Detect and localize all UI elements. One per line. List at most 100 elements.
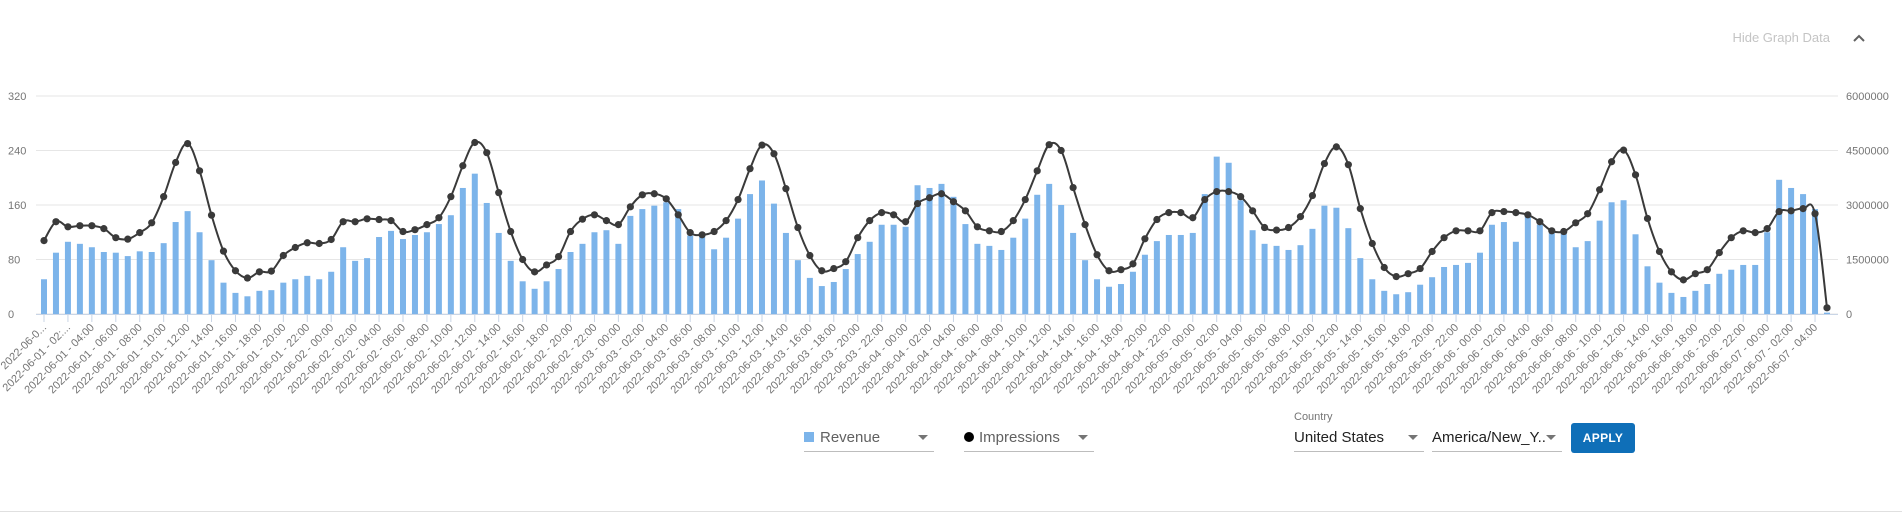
revenue-bar bbox=[1094, 279, 1101, 314]
revenue-bar bbox=[1201, 194, 1208, 314]
revenue-bar bbox=[1022, 218, 1029, 314]
impressions-point bbox=[243, 274, 252, 282]
revenue-bar bbox=[399, 239, 406, 314]
revenue-bar bbox=[232, 292, 239, 314]
revenue-bar bbox=[64, 241, 71, 314]
revenue-bar bbox=[435, 224, 442, 314]
revenue-bar bbox=[1261, 243, 1268, 314]
metric1-select[interactable]: Revenue bbox=[804, 423, 934, 452]
impressions-point bbox=[1141, 235, 1149, 243]
impressions-point bbox=[1237, 193, 1245, 201]
metric2-select[interactable]: Impressions bbox=[964, 423, 1094, 452]
revenue-bar bbox=[495, 232, 502, 314]
revenue-bar bbox=[328, 271, 335, 314]
revenue-bar bbox=[1285, 249, 1292, 314]
impressions-point bbox=[890, 211, 898, 219]
revenue-bar bbox=[352, 260, 359, 314]
revenue-bar bbox=[1141, 254, 1148, 314]
revenue-bar bbox=[830, 281, 837, 314]
impressions-point bbox=[88, 222, 96, 230]
revenue-bar bbox=[316, 279, 323, 314]
impressions-point bbox=[447, 193, 455, 201]
y-tick-label-left: 80 bbox=[8, 255, 20, 267]
revenue-bar bbox=[1237, 200, 1244, 314]
revenue-bar bbox=[531, 288, 538, 314]
impressions-point bbox=[1081, 221, 1089, 229]
revenue-bar bbox=[459, 187, 466, 314]
timezone-value: America/New_Y... bbox=[1432, 428, 1546, 446]
revenue-bar bbox=[627, 215, 634, 314]
impressions-point bbox=[770, 150, 778, 158]
impressions-point bbox=[219, 247, 228, 255]
y-tick-label-left: 320 bbox=[8, 91, 26, 103]
impressions-point bbox=[1763, 225, 1771, 233]
revenue-bar bbox=[1524, 215, 1531, 314]
revenue-bar bbox=[974, 243, 981, 314]
timezone-select[interactable]: America/New_Y... bbox=[1432, 423, 1562, 452]
impressions-point bbox=[1679, 276, 1688, 284]
impressions-point bbox=[1404, 270, 1412, 278]
impressions-point bbox=[1452, 227, 1460, 235]
revenue-bar bbox=[112, 252, 119, 314]
revenue-bar bbox=[1692, 290, 1699, 314]
revenue-bar bbox=[818, 286, 825, 314]
impressions-point bbox=[207, 211, 216, 219]
revenue-bar bbox=[782, 232, 789, 314]
impressions-point bbox=[1488, 209, 1496, 217]
impressions-point bbox=[650, 190, 658, 198]
impressions-point bbox=[854, 234, 862, 242]
impressions-point bbox=[459, 162, 467, 170]
revenue-bar bbox=[1488, 224, 1495, 314]
country-label: Country bbox=[1294, 411, 1333, 423]
revenue-bar bbox=[1584, 241, 1591, 314]
revenue-bar bbox=[555, 269, 562, 314]
impressions-point bbox=[291, 243, 299, 252]
revenue-bar bbox=[1453, 264, 1460, 314]
y-tick-label-right: 6000000 bbox=[1846, 91, 1889, 103]
impressions-point bbox=[1655, 247, 1664, 256]
revenue-bar bbox=[770, 203, 777, 314]
revenue-bar bbox=[340, 247, 347, 314]
impressions-point bbox=[1284, 223, 1293, 232]
impressions-point bbox=[758, 141, 766, 149]
x-axis-labels: 2022-06-0...2022-06-01 - 02:...2022-06-0… bbox=[0, 322, 1820, 397]
impressions-point bbox=[925, 194, 934, 202]
chevron-down-icon bbox=[918, 434, 928, 440]
revenue-bar bbox=[1512, 241, 1519, 314]
revenue-bar bbox=[1357, 258, 1364, 314]
revenue-bar bbox=[136, 251, 143, 314]
metric1-label: Revenue bbox=[820, 428, 881, 446]
bottom-divider bbox=[0, 511, 1902, 512]
impressions-point bbox=[722, 217, 730, 225]
x-axis-ticks bbox=[36, 314, 1838, 322]
revenue-bar bbox=[100, 252, 107, 314]
impressions-point bbox=[1033, 167, 1041, 175]
impressions-point bbox=[100, 225, 108, 233]
impressions-point bbox=[1009, 217, 1017, 225]
impressions-point bbox=[1332, 143, 1340, 151]
revenue-bar bbox=[1668, 292, 1675, 314]
revenue-bar bbox=[1273, 245, 1280, 314]
revenue-bar bbox=[41, 279, 47, 314]
country-value: United States bbox=[1294, 428, 1385, 446]
impressions-point bbox=[1201, 195, 1209, 204]
revenue-bar bbox=[1536, 224, 1543, 314]
impressions-point bbox=[64, 223, 72, 231]
country-select[interactable]: United States bbox=[1294, 423, 1424, 452]
apply-button[interactable]: APPLY bbox=[1571, 423, 1635, 453]
revenue-bar bbox=[866, 241, 873, 314]
revenue-bar bbox=[172, 222, 179, 314]
revenue-bar bbox=[483, 202, 490, 314]
impressions-point bbox=[375, 215, 383, 224]
impressions-point bbox=[554, 252, 563, 261]
revenue-bar bbox=[806, 277, 813, 314]
impressions-point bbox=[40, 237, 48, 245]
revenue-bar bbox=[1117, 284, 1124, 314]
square-legend-icon bbox=[804, 432, 814, 442]
revenue-impressions-chart: 0 80 160 240 320 0 1500000 3000000 4500000 60000… bbox=[0, 91, 1889, 397]
revenue-bar bbox=[1441, 266, 1448, 314]
impressions-point bbox=[866, 217, 874, 225]
impressions-point bbox=[1428, 247, 1436, 256]
revenue-bar bbox=[1345, 228, 1352, 314]
impressions-point bbox=[1703, 266, 1711, 274]
